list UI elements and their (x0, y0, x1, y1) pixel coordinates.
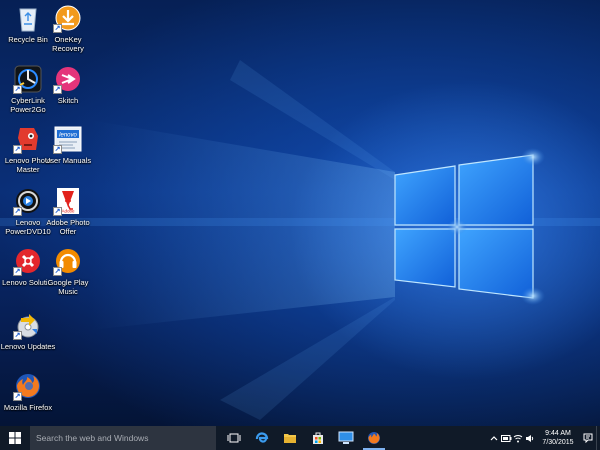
store-button[interactable] (304, 426, 332, 450)
shortcut-arrow-icon: ↗ (13, 331, 22, 340)
shortcut-arrow-icon: ↗ (53, 24, 62, 33)
desktop-icon-label: Adobe Photo Offer (46, 218, 90, 236)
file-explorer-button[interactable] (276, 426, 304, 450)
task-view-button[interactable] (220, 426, 248, 450)
windows-logo-icon (9, 432, 21, 444)
clock[interactable]: 9:44 AM 7/30/2015 (536, 429, 580, 447)
user-manuals-icon: lenovo ↗ (53, 124, 83, 154)
shortcut-arrow-icon: ↗ (53, 85, 62, 94)
lenovo-photo-master-icon: ↗ (13, 124, 43, 154)
search-placeholder: Search the web and Windows (36, 433, 149, 443)
task-view-icon (227, 433, 241, 443)
firefox-icon (368, 432, 380, 444)
battery-icon[interactable] (500, 426, 512, 450)
desktop-icon-label: User Manuals (44, 156, 92, 165)
shortcut-arrow-icon: ↗ (13, 85, 22, 94)
desktop[interactable]: Recycle Bin ↗ OneKey Recovery ↗ CyberLin… (0, 0, 600, 426)
desktop-icon-skitch[interactable]: ↗ Skitch (40, 64, 96, 122)
firefox-icon: ↗ (13, 371, 43, 401)
search-input[interactable]: Search the web and Windows (30, 426, 216, 450)
shortcut-arrow-icon: ↗ (53, 145, 62, 154)
desktop-icon-mozilla-firefox[interactable]: ↗ Mozilla Firefox (0, 371, 56, 426)
google-play-music-icon: ↗ (53, 246, 83, 276)
shortcut-arrow-icon: ↗ (53, 267, 62, 276)
onekey-recovery-icon: ↗ (53, 3, 83, 33)
clock-time: 9:44 AM (545, 430, 571, 437)
desktop-icon-label: Lenovo Updates (0, 342, 56, 351)
shortcut-arrow-icon: ↗ (13, 267, 22, 276)
recycle-bin-icon (13, 3, 43, 33)
remote-desktop-button[interactable] (332, 426, 360, 450)
desktop-icon-user-manuals[interactable]: lenovo ↗ User Manuals (40, 124, 96, 182)
clock-date: 7/30/2015 (542, 439, 574, 446)
adobe-photo-offer-icon: Adobe ↗ (53, 186, 83, 216)
svg-text:lenovo: lenovo (59, 133, 77, 139)
system-tray: 9:44 AM 7/30/2015 (488, 426, 600, 450)
desktop-icon-label: Skitch (57, 96, 79, 105)
shortcut-arrow-icon: ↗ (13, 145, 22, 154)
shortcut-arrow-icon: ↗ (13, 207, 22, 216)
action-center-icon[interactable] (580, 433, 596, 443)
store-icon (313, 432, 323, 444)
desktop-icon-google-play-music[interactable]: ↗ Google Play Music (40, 246, 96, 304)
remote-desktop-icon (338, 431, 354, 444)
cyberlink-power2go-icon: ↗ (13, 64, 43, 94)
edge-button[interactable] (248, 426, 276, 450)
desktop-icon-label: OneKey Recovery (52, 35, 84, 53)
taskbar: Search the web and Windows 9:44 AM 7/30/… (0, 426, 600, 450)
desktop-icon-label: Mozilla Firefox (3, 403, 53, 412)
start-button[interactable] (0, 426, 30, 450)
desktop-icon-onekey-recovery[interactable]: ↗ OneKey Recovery (40, 3, 96, 61)
shortcut-arrow-icon: ↗ (53, 207, 62, 216)
wifi-icon[interactable] (512, 426, 524, 450)
file-explorer-icon (284, 434, 296, 443)
skitch-icon: ↗ (53, 64, 83, 94)
desktop-icon-lenovo-updates[interactable]: ↗ Lenovo Updates (0, 310, 56, 368)
firefox-taskbar-button[interactable] (360, 426, 388, 450)
desktop-icon-label: Google Play Music (47, 278, 89, 296)
volume-icon[interactable] (524, 426, 536, 450)
chevron-up-icon[interactable] (488, 426, 500, 450)
show-desktop-button[interactable] (596, 426, 600, 450)
lenovo-powerdvd10-icon: ↗ (13, 186, 43, 216)
lenovo-updates-icon: ↗ (13, 310, 43, 340)
desktop-icon-adobe-photo-offer[interactable]: Adobe ↗ Adobe Photo Offer (40, 186, 96, 244)
edge-icon (255, 432, 269, 443)
svg-text:Adobe: Adobe (61, 209, 75, 214)
lenovo-solutions-icon: ↗ (13, 246, 43, 276)
shortcut-arrow-icon: ↗ (13, 392, 22, 401)
